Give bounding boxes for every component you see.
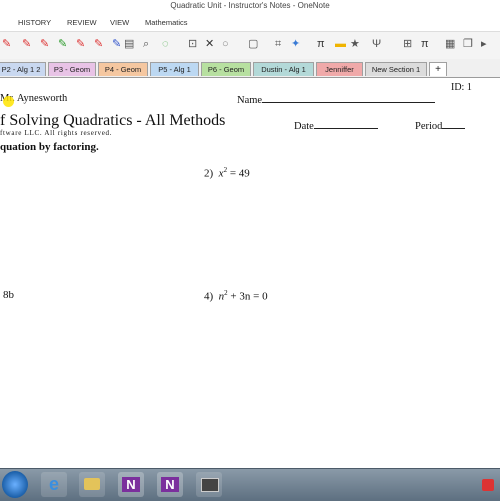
name-label-text: Name xyxy=(237,95,263,106)
close-x-icon[interactable]: ✕ xyxy=(205,39,214,50)
instructions: quation by factoring. xyxy=(0,141,99,153)
section-tabs: P2 - Alg 1 2 P3 - Geom P4 - Geom P5 - Al… xyxy=(0,59,500,78)
pi-icon[interactable]: π xyxy=(317,39,325,50)
tab-section-p2[interactable]: P2 - Alg 1 2 xyxy=(0,62,46,76)
note-page[interactable]: ID: 1 Mr. Aynesworth Name f Solving Quad… xyxy=(0,78,500,468)
ie-icon[interactable]: e xyxy=(41,472,67,497)
problem-2-rhs: = 49 xyxy=(227,167,250,180)
lasso-icon[interactable]: ◌ xyxy=(162,39,169,50)
pen-red-icon[interactable]: ✎ xyxy=(76,39,85,50)
period-blank xyxy=(442,119,466,129)
grid-icon[interactable]: ⊞ xyxy=(403,39,412,50)
star-icon[interactable]: ★ xyxy=(350,39,360,50)
tab-section-p5[interactable]: P5 - Alg 1 xyxy=(150,62,199,76)
taskbar: e N N xyxy=(0,468,500,501)
pen-red-icon[interactable]: ✎ xyxy=(40,39,49,50)
copyright: ftware LLC. All rights reserved. xyxy=(0,129,113,137)
pen-blue-icon[interactable]: ✎ xyxy=(112,39,121,50)
pen-green-icon[interactable]: ✎ xyxy=(58,39,67,50)
problem-2: 2) x2 = 49 xyxy=(204,166,250,180)
media-icon[interactable] xyxy=(196,472,222,497)
tab-section-dustin[interactable]: Dustin - Alg 1 xyxy=(253,62,314,76)
tab-section-p4[interactable]: P4 - Geom xyxy=(98,62,148,76)
problem-4-rest: + 3n = 0 xyxy=(227,290,268,303)
toolbar: ✎ ✎ ✎ ✎ ✎ ✎ ✎ ▤ ⌕ ◌ ⊡ ✕ ○ ▢ ⌗ ✦ π ▬ ★ Ψ … xyxy=(0,31,500,60)
preview-icon[interactable]: ⌕ xyxy=(143,39,149,50)
ribbon-tab-review[interactable]: REVIEW xyxy=(67,18,97,27)
tab-section-new[interactable]: New Section 1 xyxy=(365,62,427,76)
eraser-circle-icon[interactable]: ○ xyxy=(222,39,229,50)
period-label-text: Period xyxy=(415,121,443,132)
date-blank xyxy=(313,119,378,129)
ribbon-tab-mathematics[interactable]: Mathematics xyxy=(145,18,188,27)
onenote-icon[interactable]: N xyxy=(157,472,183,497)
date-label: Date xyxy=(294,119,378,132)
crop-icon[interactable]: ⌗ xyxy=(275,39,281,50)
copy-icon[interactable]: ❐ xyxy=(463,39,473,50)
file-explorer-icon[interactable] xyxy=(79,472,105,497)
pi-icon[interactable]: π xyxy=(421,39,429,50)
window-title: Quadratic Unit - Instructor's Notes - On… xyxy=(170,1,330,10)
pen-red-icon[interactable]: ✎ xyxy=(22,39,31,50)
onenote-icon[interactable]: N xyxy=(118,472,144,497)
more-icon[interactable]: ▸ xyxy=(481,39,487,50)
tray-icon[interactable] xyxy=(482,479,494,491)
name-blank xyxy=(262,93,436,103)
shape-icon[interactable]: ▢ xyxy=(248,39,258,50)
problem-3-fragment: 8b xyxy=(3,289,14,301)
problem-4: 4) n2 + 3n = 0 xyxy=(204,289,268,303)
color-icon[interactable]: ✦ xyxy=(291,39,300,50)
ribbon-tab-history[interactable]: HISTORY xyxy=(18,18,51,27)
title-bar: Quadratic Unit - Instructor's Notes - On… xyxy=(0,0,500,15)
wand-icon[interactable]: Ψ xyxy=(372,39,381,50)
cursor-highlight xyxy=(3,96,14,107)
tab-section-p6[interactable]: P6 - Geom xyxy=(201,62,251,76)
start-orb-icon[interactable] xyxy=(2,471,28,498)
worksheet-title: f Solving Quadratics - All Methods xyxy=(0,112,226,129)
date-label-text: Date xyxy=(294,121,314,132)
problem-4-number: 4) xyxy=(204,290,214,303)
worksheet-id: ID: 1 xyxy=(451,82,472,93)
ribbon-tab-view[interactable]: VIEW xyxy=(110,18,129,27)
printer-icon[interactable]: ▤ xyxy=(124,39,134,50)
pen-red-icon[interactable]: ✎ xyxy=(2,39,11,50)
table-icon[interactable]: ▦ xyxy=(445,39,455,50)
problem-2-number: 2) xyxy=(204,167,214,180)
tab-section-jenniffer[interactable]: Jenniffer xyxy=(316,62,363,76)
insert-icon[interactable]: ⊡ xyxy=(188,39,197,50)
pen-red-icon[interactable]: ✎ xyxy=(94,39,103,50)
highlight-icon[interactable]: ▬ xyxy=(335,39,346,50)
tab-section-p3[interactable]: P3 - Geom xyxy=(48,62,96,76)
add-section-button[interactable]: + xyxy=(429,62,447,76)
period-label: Period xyxy=(415,119,466,132)
name-label: Name xyxy=(237,93,436,106)
ribbon-tabs: HISTORY REVIEW VIEW Mathematics xyxy=(0,15,500,31)
